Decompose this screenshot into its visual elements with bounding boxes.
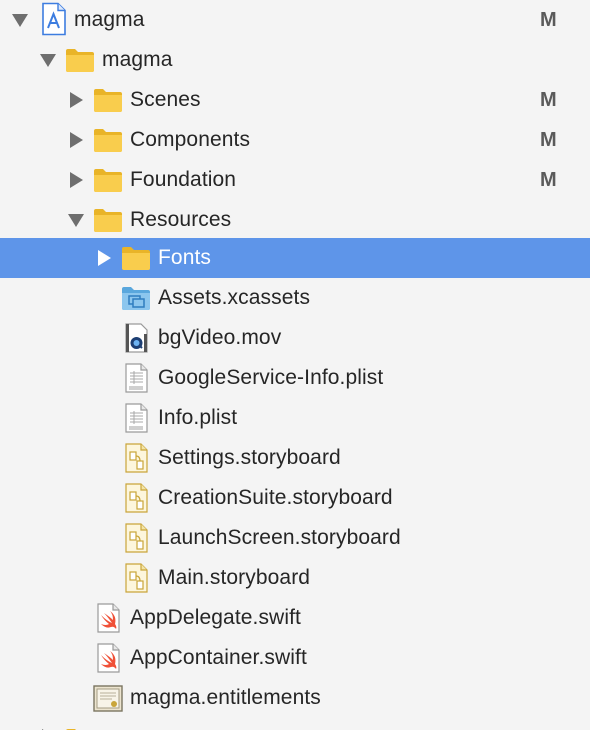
navigator-row-appcontainer-swift[interactable]: AppContainer.swift xyxy=(0,638,590,678)
navigator-item-label: GoogleService-Info.plist xyxy=(158,366,384,389)
navigator-row-partial xyxy=(0,718,590,730)
navigator-item-label: AppDelegate.swift xyxy=(130,606,301,629)
navigator-row-appdelegate-swift[interactable]: AppDelegate.swift xyxy=(0,598,590,638)
navigator-item-label: Resources xyxy=(130,208,232,231)
navigator-row-creationsuite-storyboard[interactable]: CreationSuite.storyboard xyxy=(0,478,590,518)
storyboard-file-icon xyxy=(120,562,152,594)
entitlements-file-icon xyxy=(92,682,124,714)
folder-icon xyxy=(64,44,96,76)
plist-file-icon xyxy=(120,402,152,434)
navigator-row-magma-group[interactable]: magma xyxy=(0,40,590,80)
modified-badge: M xyxy=(540,9,557,31)
modified-badge: M xyxy=(540,169,557,191)
disclosure-expanded-icon[interactable] xyxy=(38,51,58,69)
navigator-row-info-plist[interactable]: Info.plist xyxy=(0,398,590,438)
navigator-item-label: bgVideo.mov xyxy=(158,326,282,349)
navigator-item-label: Scenes xyxy=(130,88,201,111)
folder-icon xyxy=(92,124,124,156)
asset-catalog-icon xyxy=(120,282,152,314)
disclosure-collapsed-icon[interactable] xyxy=(66,91,86,109)
storyboard-file-icon xyxy=(120,482,152,514)
navigator-row-main-storyboard[interactable]: Main.storyboard xyxy=(0,558,590,598)
navigator-row-scenes[interactable]: Scenes M xyxy=(0,80,590,120)
navigator-item-label: Fonts xyxy=(158,246,212,269)
storyboard-file-icon xyxy=(120,442,152,474)
navigator-item-label: Foundation xyxy=(130,168,237,191)
folder-icon xyxy=(92,84,124,116)
navigator-row-googleservice-plist[interactable]: GoogleService-Info.plist xyxy=(0,358,590,398)
disclosure-expanded-icon[interactable] xyxy=(10,11,30,29)
navigator-item-label: Components xyxy=(130,128,251,151)
navigator-item-label: Info.plist xyxy=(158,406,238,429)
navigator-item-label: magma xyxy=(102,48,173,71)
navigator-item-label: Settings.storyboard xyxy=(158,446,341,469)
navigator-row-launchscreen-storyboard[interactable]: LaunchScreen.storyboard xyxy=(0,518,590,558)
modified-badge: M xyxy=(540,89,557,111)
navigator-item-label: magma xyxy=(74,8,145,31)
navigator-item-label: LaunchScreen.storyboard xyxy=(158,526,401,549)
modified-badge: M xyxy=(540,129,557,151)
navigator-row-resources[interactable]: Resources xyxy=(0,200,590,240)
navigator-row-settings-storyboard[interactable]: Settings.storyboard xyxy=(0,438,590,478)
navigator-row-project[interactable]: magma M xyxy=(0,0,590,40)
project-navigator: magma M magma Scenes M Components M Foun… xyxy=(0,0,590,730)
navigator-item-label: magma.entitlements xyxy=(130,686,321,709)
swift-file-icon xyxy=(92,602,124,634)
plist-file-icon xyxy=(120,362,152,394)
navigator-row-bgvideo[interactable]: bgVideo.mov xyxy=(0,318,590,358)
folder-icon xyxy=(92,204,124,236)
folder-icon xyxy=(64,724,96,730)
navigator-item-label: CreationSuite.storyboard xyxy=(158,486,393,509)
navigator-row-components[interactable]: Components M xyxy=(0,120,590,160)
disclosure-collapsed-icon[interactable] xyxy=(94,249,114,267)
storyboard-file-icon xyxy=(120,522,152,554)
navigator-row-foundation[interactable]: Foundation M xyxy=(0,160,590,200)
quicktime-movie-icon xyxy=(120,322,152,354)
navigator-item-label: AppContainer.swift xyxy=(130,646,307,669)
folder-icon xyxy=(92,164,124,196)
disclosure-collapsed-icon[interactable] xyxy=(66,131,86,149)
navigator-item-label: Main.storyboard xyxy=(158,566,311,589)
xcode-project-icon xyxy=(38,2,70,36)
disclosure-expanded-icon[interactable] xyxy=(66,211,86,229)
navigator-item-label: Assets.xcassets xyxy=(158,286,311,309)
navigator-row-entitlements[interactable]: magma.entitlements xyxy=(0,678,590,718)
navigator-row-fonts[interactable]: Fonts xyxy=(0,238,590,278)
navigator-row-assets[interactable]: Assets.xcassets xyxy=(0,278,590,318)
folder-icon xyxy=(120,242,152,274)
swift-file-icon xyxy=(92,642,124,674)
disclosure-collapsed-icon[interactable] xyxy=(66,171,86,189)
